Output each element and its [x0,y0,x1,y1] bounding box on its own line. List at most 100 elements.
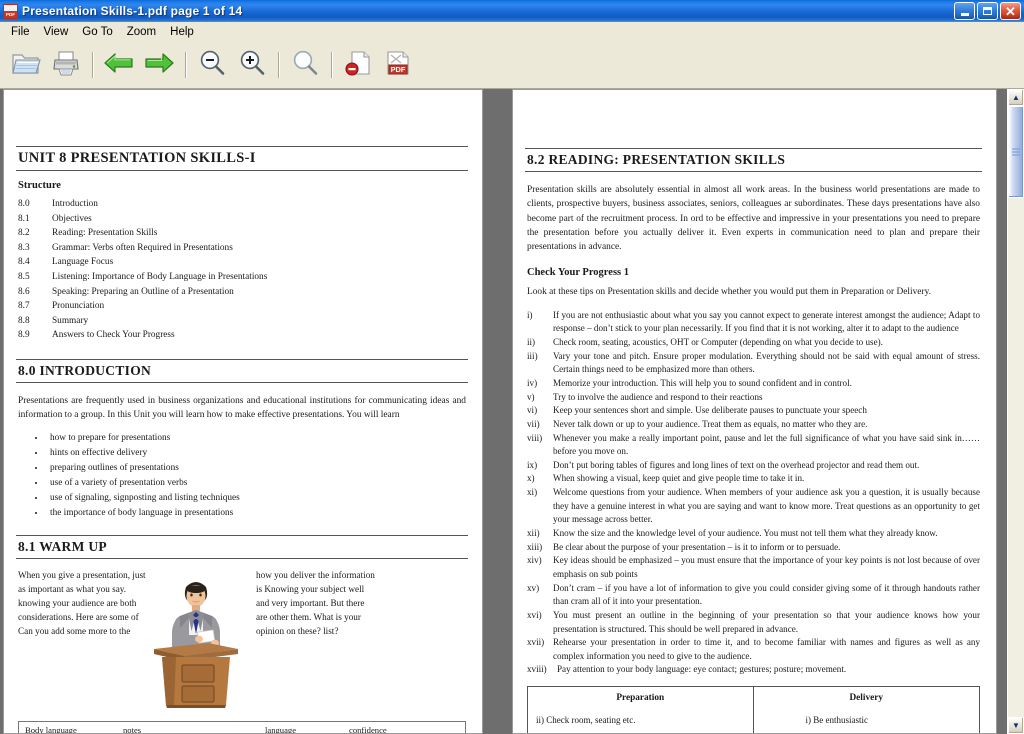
chevron-down-icon: ▼ [1012,721,1020,730]
document-viewport[interactable]: UNIT 8 PRESENTATION SKILLS-I Structure 8… [0,89,1024,734]
warmup-left-text: When you give a presentation, just as im… [18,570,146,637]
list-item: use of a variety of presentation verbs [46,476,468,491]
list-text: Be clear about the purpose of your prese… [553,541,841,552]
zoom-find-button[interactable] [285,45,325,85]
menu-bar: File View Go To Zoom Help [0,22,1024,42]
print-button[interactable] [46,45,86,85]
svg-text:PDF: PDF [391,65,406,74]
list-text: You must present an outline in the begin… [553,609,980,634]
list-marker: iii) [527,350,538,361]
menu-help[interactable]: Help [163,24,201,40]
toc-label: Summary [52,315,89,326]
menu-file[interactable]: File [4,24,37,40]
toolbar-separator [278,52,279,78]
list-item: 8.1 Objectives [18,212,468,227]
scrollbar-grip-icon [1012,148,1020,156]
list-item: ii) Check room, seating, acoustics, OHT o… [527,336,980,350]
zoom-out-button[interactable] [192,45,232,85]
chevron-up-icon: ▲ [1012,93,1020,102]
list-item: iii) Vary your tone and pitch. Ensure pro… [527,350,980,377]
next-page-button[interactable] [139,45,179,85]
zoom-in-button[interactable] [232,45,272,85]
list-item: 8.5 Listening: Importance of Body Languag… [18,270,468,285]
list-marker: xvii) [527,637,545,648]
toc-label: Answers to Check Your Progress [52,330,175,341]
menu-zoom[interactable]: Zoom [120,24,163,40]
list-text: Rehearse your presentation in order to t… [553,637,980,661]
previous-page-button[interactable] [99,45,139,85]
introduction-bullet-list: how to prepare for presentations hints o… [16,431,468,522]
list-text: When showing a visual, keep quiet and gi… [553,473,805,484]
table-cell: confidence [349,725,387,734]
toc-label: Speaking: Preparing an Outline of a Pres… [52,286,234,297]
list-item: 8.3 Grammar: Verbs often Required in Pres… [18,241,468,256]
menu-go-to[interactable]: Go To [75,24,119,40]
list-item: hints on effective delivery [46,446,468,461]
list-marker: xiv) [527,555,542,566]
pdf-file-icon [3,3,18,19]
list-text: Whenever you make a really important poi… [553,432,980,457]
table-cell: language [265,725,297,734]
list-text: Vary your tone and pitch. Ensure proper … [553,350,980,375]
toc-number: 8.0 [18,199,30,209]
column-header: Delivery [849,693,884,704]
tips-list: i) If you are not enthusiastic about what… [527,309,980,677]
warmup-heading: 8.1 WARM UP [18,539,107,555]
businessman-at-podium-illustration [154,582,238,709]
scrollbar-thumb[interactable] [1008,106,1024,198]
toc-number: 8.9 [18,330,30,341]
close-document-icon [343,49,373,82]
table-cell: ii) Check room, seating etc. [536,715,636,726]
table-column-delivery: Delivery i) Be enthusiastic [754,687,980,733]
list-item: v) Try to involve the audience and respon… [527,391,980,405]
next-page-arrow-icon [143,50,175,81]
menu-view[interactable]: View [37,24,76,40]
toc-number: 8.3 [18,242,30,253]
list-item: xvi) You must present an outline in the b… [527,609,980,636]
list-item: 8.4 Language Focus [18,255,468,270]
list-item: how to prepare for presentations [46,431,468,446]
zoom-in-icon [237,49,267,82]
table-column-preparation: Preparation ii) Check room, seating etc. [528,687,754,733]
list-item: i) If you are not enthusiastic about what… [527,309,980,336]
list-text: If you are not enthusiastic about what y… [553,309,980,334]
table-cell: notes [123,725,142,734]
toc-number: 8.2 [18,228,30,239]
list-item: use of signaling, signposting and listin… [46,491,468,506]
list-marker: i) [527,309,533,320]
pdf-export-button[interactable]: PDF [378,45,418,85]
close-document-button[interactable] [338,45,378,85]
zoom-out-icon [197,49,227,82]
list-text: Pay attention to your body language: eye… [557,664,847,675]
toolbar-separator [185,52,186,78]
title-bar: Presentation Skills-1.pdf page 1 of 14 ✕ [0,0,1024,22]
list-marker: xvi) [527,609,542,620]
scroll-down-button[interactable]: ▼ [1008,717,1024,734]
minimize-button[interactable] [954,2,975,20]
toc-label: Language Focus [52,257,114,268]
toc-number: 8.4 [18,257,30,268]
list-marker: vii) [527,418,540,429]
open-folder-button[interactable] [6,45,46,85]
window-title: Presentation Skills-1.pdf page 1 of 14 [22,4,243,18]
list-marker: viii) [527,432,543,443]
vertical-scrollbar[interactable]: ▲ ▼ [1007,89,1024,734]
pdf-page-left: UNIT 8 PRESENTATION SKILLS-I Structure 8… [3,89,483,734]
toolbar-separator [331,52,332,78]
scrollbar-track[interactable] [1008,106,1024,717]
scroll-up-button[interactable]: ▲ [1008,89,1024,106]
list-item: 8.6 Speaking: Preparing an Outline of a P… [18,285,468,300]
table-row: Body language notes language confidence [19,725,465,734]
rule [16,558,468,560]
maximize-button[interactable] [977,2,998,20]
warmup-illustration [146,569,246,709]
table-of-contents: 8.0 Introduction 8.1 Objectives 8.2 Reading… [18,197,468,343]
toc-label: Reading: Presentation Skills [52,228,158,239]
list-text: Keep your sentences short and simple. Us… [553,405,867,416]
column-header: Preparation [616,693,665,704]
close-button[interactable]: ✕ [1000,2,1021,20]
reading-heading: 8.2 READING: PRESENTATION SKILLS [527,152,786,167]
list-marker: x) [527,473,535,484]
list-item: xviii) Pay attention to your body languag… [527,663,980,677]
check-progress-heading: Check Your Progress 1 [527,267,629,279]
